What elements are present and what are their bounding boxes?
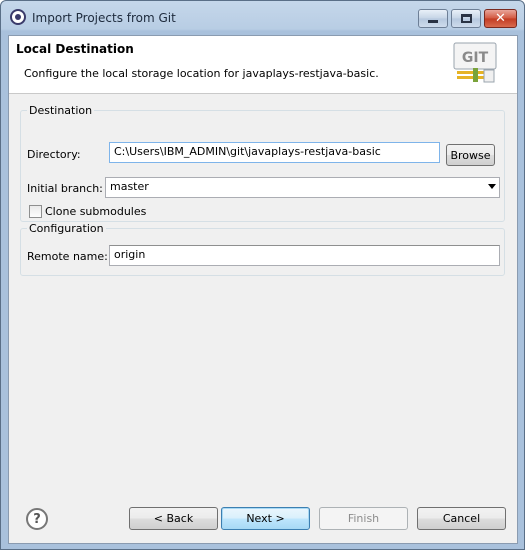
remote-name-input[interactable]: origin <box>109 245 500 266</box>
content-panel: Destination Directory: C:\Users\IBM_ADMI… <box>20 101 506 301</box>
close-icon: ✕ <box>495 11 506 26</box>
eclipse-icon <box>10 9 26 25</box>
chevron-down-icon <box>488 184 496 189</box>
configuration-group: Configuration Remote name: origin <box>20 222 505 276</box>
finish-button[interactable]: Finish <box>319 507 408 530</box>
initial-branch-label: Initial branch: <box>27 182 103 195</box>
git-logo-text: GIT <box>462 50 489 66</box>
page-description: Configure the local storage location for… <box>24 67 379 80</box>
clone-submodules-label[interactable]: Clone submodules <box>45 205 146 218</box>
title-bar[interactable]: Import Projects from Git ✕ <box>1 1 524 35</box>
browse-button[interactable]: Browse <box>446 144 495 166</box>
destination-group-label: Destination <box>27 104 95 117</box>
initial-branch-select[interactable]: master <box>105 177 500 198</box>
directory-label: Directory: <box>27 148 81 161</box>
window-title: Import Projects from Git <box>32 11 176 25</box>
clone-submodules-checkbox[interactable] <box>29 205 42 218</box>
maximize-button[interactable] <box>451 9 481 28</box>
maximize-icon <box>460 14 472 23</box>
next-button[interactable]: Next > <box>221 507 310 530</box>
minimize-button[interactable] <box>418 9 448 28</box>
close-button[interactable]: ✕ <box>484 9 517 28</box>
configuration-group-label: Configuration <box>27 222 106 235</box>
destination-group: Destination Directory: C:\Users\IBM_ADMI… <box>20 104 505 222</box>
git-logo-icon: GIT <box>453 42 497 83</box>
wizard-header: Local Destination Configure the local st… <box>9 36 517 94</box>
help-icon[interactable]: ? <box>26 508 48 530</box>
back-button[interactable]: < Back <box>129 507 218 530</box>
minimize-icon <box>428 20 438 23</box>
cancel-button[interactable]: Cancel <box>417 507 506 530</box>
remote-name-label: Remote name: <box>27 250 108 263</box>
dialog-body: Local Destination Configure the local st… <box>8 35 518 544</box>
initial-branch-value: master <box>110 180 149 193</box>
page-title: Local Destination <box>16 42 134 56</box>
directory-input[interactable]: C:\Users\IBM_ADMIN\git\javaplays-restjav… <box>109 142 440 163</box>
dialog-window: Import Projects from Git ✕ Local Destina… <box>0 0 525 550</box>
